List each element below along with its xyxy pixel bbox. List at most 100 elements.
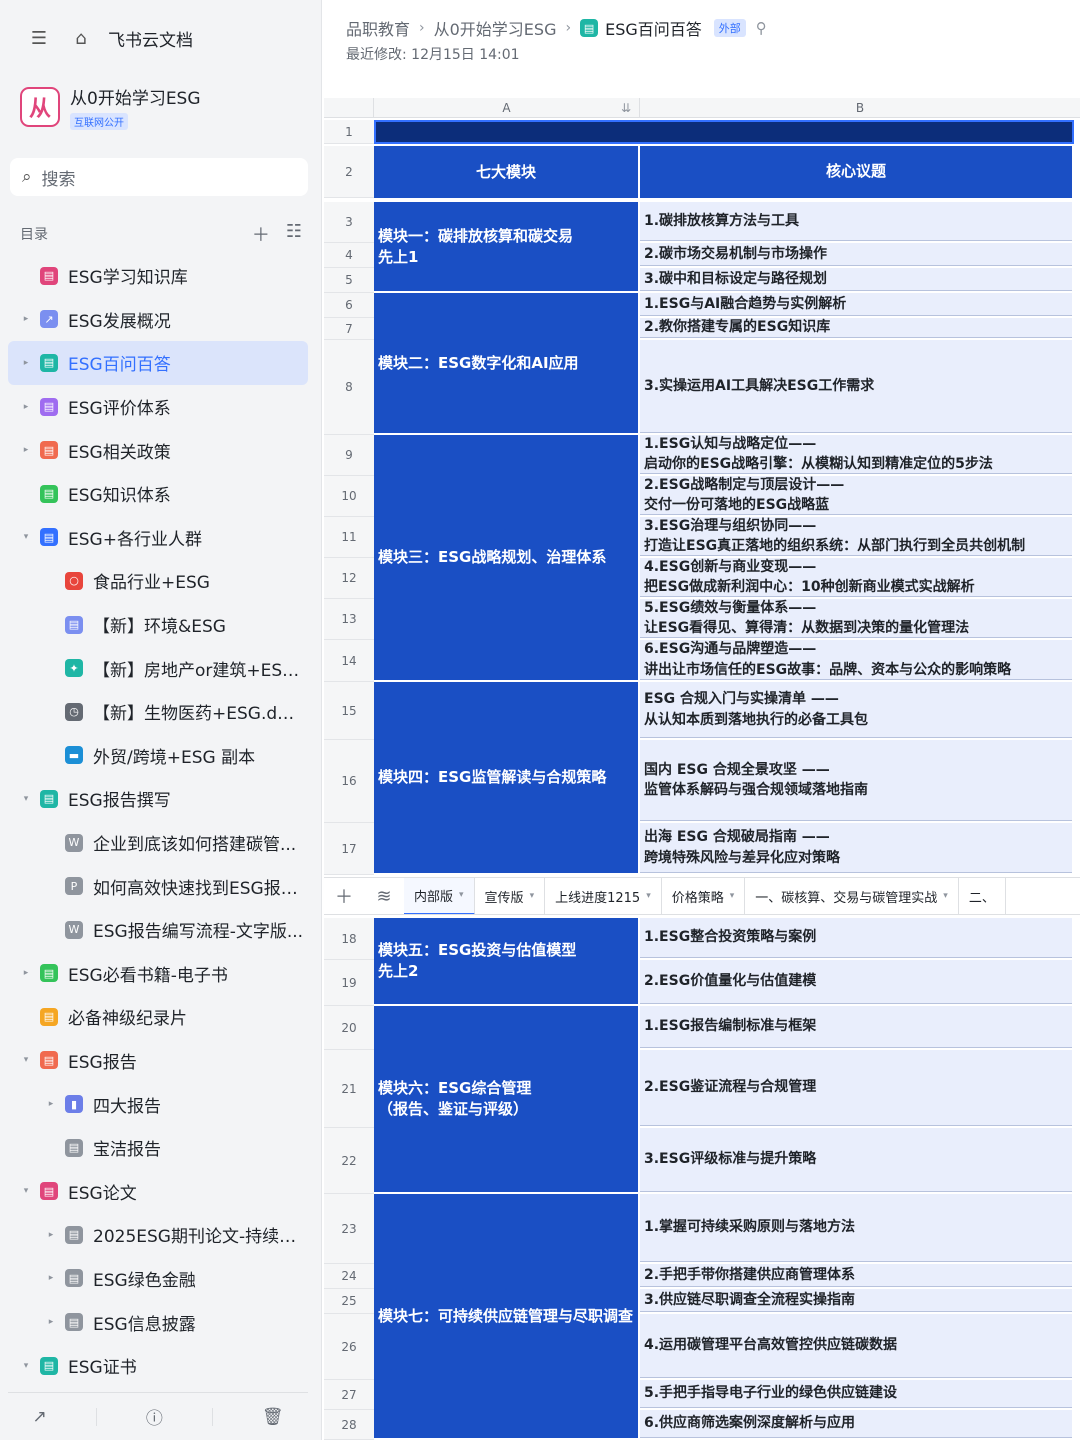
sidebar-item[interactable]: W ESG报告编写流程-文字版... [8, 908, 308, 952]
chevron-down-icon[interactable]: ▾ [459, 890, 464, 900]
topic-cell[interactable]: 3.碳中和目标设定与路径规划 [640, 268, 1072, 291]
row-header[interactable]: 16 [324, 740, 374, 823]
row-header[interactable]: 22 [324, 1128, 374, 1194]
search-input[interactable]: ⌕ 搜索 [10, 158, 308, 196]
sidebar-item[interactable]: ▤ 宝洁报告 [8, 1126, 308, 1170]
module-cell[interactable]: 模块七：可持续供应链管理与尽职调查 [374, 1194, 638, 1438]
row-header[interactable]: 23 [324, 1194, 374, 1264]
row-header[interactable]: 15 [324, 682, 374, 740]
row-header[interactable]: 3 [324, 202, 374, 243]
row-header[interactable]: 1 [324, 120, 374, 144]
topic-cell[interactable]: 2.碳市场交易机制与市场操作 [640, 243, 1072, 266]
chevron-down-icon[interactable]: ▾ [530, 891, 535, 901]
sheet-list-icon[interactable]: ≋ [364, 886, 404, 907]
chevron-right-icon[interactable]: ▸ [20, 445, 32, 455]
breadcrumb-item[interactable]: 从0开始学习ESG [434, 16, 557, 40]
row-header[interactable]: 28 [324, 1410, 374, 1440]
row-header[interactable]: 8 [324, 340, 374, 435]
row-header[interactable]: 27 [324, 1380, 374, 1410]
info-icon[interactable]: ⓘ [146, 1404, 163, 1429]
row-header[interactable]: 7 [324, 318, 374, 340]
topic-cell[interactable]: 5.ESG绩效与衡量体系—— 让ESG看得见、算得清：从数据到决策的量化管理法 [640, 599, 1072, 638]
row-header[interactable]: 4 [324, 243, 374, 268]
sheet-tab[interactable]: 二、 [959, 878, 1006, 914]
sidebar-item[interactable]: ▸ ▤ ESG绿色金融 [8, 1257, 308, 1301]
sidebar-item[interactable]: ▤ ESG学习知识库 [8, 254, 308, 298]
topic-cell[interactable]: 2.手把手带你搭建供应商管理体系 [640, 1264, 1072, 1287]
filter-icon[interactable]: ⇊ [621, 101, 631, 115]
sidebar-item[interactable]: P 如何高效快速找到ESG报告... [8, 864, 308, 908]
row-header[interactable]: 20 [324, 1006, 374, 1050]
topic-cell[interactable]: 1.ESG整合投资策略与案例 [640, 918, 1072, 958]
sheet-tab[interactable]: 内部版 ▾ [404, 878, 475, 914]
module-cell[interactable]: 模块一：碳排放核算和碳交易 先上1 [374, 202, 638, 291]
sidebar-item[interactable]: W 企业到底该如何搭建碳管... [8, 821, 308, 865]
add-icon[interactable]: ＋ [252, 221, 270, 247]
module-cell[interactable]: 模块六：ESG综合管理 （报告、鉴证与评级） [374, 1006, 638, 1192]
selected-row-1[interactable] [374, 120, 1074, 144]
home-icon[interactable]: ⌂ [70, 28, 92, 49]
row-header[interactable]: 9 [324, 435, 374, 476]
select-all-corner[interactable] [324, 98, 374, 118]
sidebar-item[interactable]: ▸ ▤ ESG信息披露 [8, 1300, 308, 1344]
row-header[interactable]: 14 [324, 640, 374, 682]
module-cell[interactable]: 模块三：ESG战略规划、治理体系 [374, 435, 638, 680]
topic-cell[interactable]: 4.运用碳管理平台高效管控供应链碳数据 [640, 1314, 1072, 1378]
chevron-down-icon[interactable]: ▾ [943, 891, 948, 901]
topic-cell[interactable]: 3.实操运用AI工具解决ESG工作需求 [640, 340, 1072, 433]
sheet-tab[interactable]: 价格策略 ▾ [662, 878, 746, 914]
sidebar-item[interactable]: ▸ ▤ ESG百问百答 [8, 341, 308, 385]
topic-cell[interactable]: 6.供应商筛选案例深度解析与应用 [640, 1410, 1072, 1438]
topic-cell[interactable]: 国内 ESG 合规全景攻坚 —— 监管体系解码与强合规领域落地指南 [640, 740, 1072, 821]
sidebar-item[interactable]: ▾ ▤ ESG+各行业人群 [8, 516, 308, 560]
topic-cell[interactable]: 3.供应链尽职调查全流程实操指南 [640, 1289, 1072, 1312]
sidebar-item[interactable]: ▾ ▤ ESG证书 [8, 1344, 308, 1388]
sidebar-item[interactable]: ▾ ▤ ESG报告 [8, 1039, 308, 1083]
row-header[interactable]: 17 [324, 823, 374, 875]
row-header[interactable]: 13 [324, 599, 374, 640]
topic-cell[interactable]: 4.ESG创新与商业变现—— 把ESG做成新利润中心：10种创新商业模式实战解析 [640, 558, 1072, 597]
sidebar-item[interactable]: ▸ ▮ 四大报告 [8, 1082, 308, 1126]
chevron-right-icon[interactable]: ▸ [20, 968, 32, 978]
sidebar-item[interactable]: ▤ ESG知识体系 [8, 472, 308, 516]
sidebar-item[interactable]: ▤ 必备神级纪录片 [8, 995, 308, 1039]
module-cell[interactable]: 模块四：ESG监管解读与合规策略 [374, 682, 638, 873]
column-header-a[interactable]: A ⇊ [374, 98, 640, 118]
row-header[interactable]: 5 [324, 268, 374, 293]
topic-cell[interactable]: 1.碳排放核算方法与工具 [640, 202, 1072, 241]
sidebar-item[interactable]: ▤ 【新】环境&ESG [8, 603, 308, 647]
topic-cell[interactable]: 2.ESG价值量化与估值建模 [640, 960, 1072, 1004]
topic-cell[interactable]: 3.ESG评级标准与提升策略 [640, 1128, 1072, 1192]
trash-icon[interactable]: 🗑 [262, 1407, 284, 1427]
topic-cell[interactable]: ESG 合规入门与实操清单 —— 从认知本质到落地执行的必备工具包 [640, 682, 1072, 738]
header-cell-modules[interactable]: 七大模块 [374, 146, 638, 198]
collapse-sidebar-icon[interactable]: ☰ [28, 28, 50, 49]
list-view-icon[interactable]: ☷ [286, 221, 302, 247]
chevron-down-icon[interactable]: ▾ [20, 532, 32, 542]
page-title[interactable]: ESG百问百答 [605, 16, 702, 40]
sidebar-item[interactable]: ▸ ▤ ESG评价体系 [8, 385, 308, 429]
row-header[interactable]: 24 [324, 1264, 374, 1289]
header-cell-topics[interactable]: 核心议题 [640, 146, 1072, 198]
sidebar-item[interactable]: ◷ 【新】生物医药+ESG.docx [8, 690, 308, 734]
topic-cell[interactable]: 2.ESG鉴证流程与合规管理 [640, 1050, 1072, 1126]
sidebar-item[interactable]: ▾ ▤ ESG论文 [8, 1169, 308, 1213]
topic-cell[interactable]: 出海 ESG 合规破局指南 —— 跨境特殊风险与差异化应对策略 [640, 823, 1072, 873]
sheet-tab[interactable]: 一、碳核算、交易与碳管理实战 ▾ [745, 878, 959, 914]
chevron-down-icon[interactable]: ▾ [20, 1361, 32, 1371]
chevron-right-icon[interactable]: ▸ [20, 314, 32, 324]
sidebar-item[interactable]: ▸ ▤ ESG相关政策 [8, 428, 308, 472]
space-header[interactable]: 从 从0开始学习ESG 互联网公开 [20, 84, 201, 130]
sidebar-item[interactable]: ▸ ↗ ESG发展概况 [8, 298, 308, 342]
chevron-down-icon[interactable]: ▾ [730, 891, 735, 901]
row-header[interactable]: 2 [324, 146, 374, 198]
chevron-right-icon[interactable]: ▸ [45, 1099, 57, 1109]
chevron-down-icon[interactable]: ▾ [646, 891, 651, 901]
pin-icon[interactable]: ⚲ [756, 19, 767, 37]
sidebar-item[interactable]: ○ 食品行业+ESG [8, 559, 308, 603]
topic-cell[interactable]: 2.ESG战略制定与顶层设计—— 交付一份可落地的ESG战略蓝 [640, 476, 1072, 515]
column-header-b[interactable]: B [640, 98, 1080, 118]
share-icon[interactable]: ↗ [33, 1407, 47, 1427]
chevron-right-icon[interactable]: ▸ [45, 1317, 57, 1327]
topic-cell[interactable]: 1.掌握可持续采购原则与落地方法 [640, 1194, 1072, 1262]
